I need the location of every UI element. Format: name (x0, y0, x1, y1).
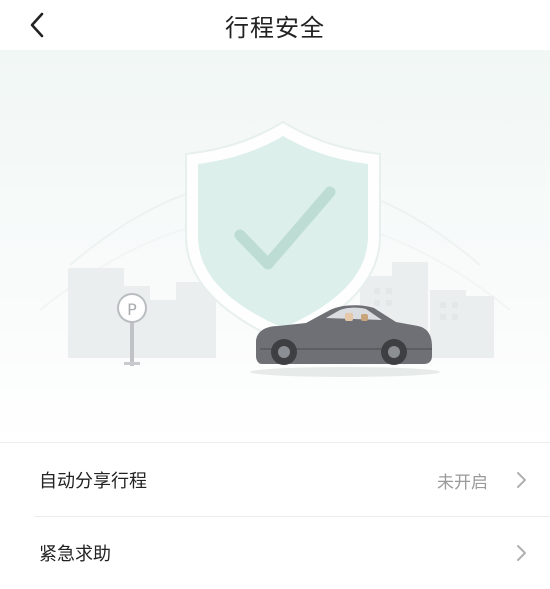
auto-share-trip-row[interactable]: 自动分享行程 未开启 (0, 444, 550, 516)
top-bar: 行程安全 (0, 0, 550, 50)
safety-illustration: P (0, 50, 550, 442)
page-title: 行程安全 (225, 13, 325, 42)
emergency-help-label: 紧急求助 (39, 544, 111, 565)
chevron-right-icon (517, 472, 526, 488)
divider (0, 442, 550, 443)
emergency-help-row[interactable]: 紧急求助 (0, 517, 550, 589)
auto-share-trip-label: 自动分享行程 (39, 471, 147, 492)
back-button[interactable] (22, 8, 52, 42)
auto-share-status: 未开启 (437, 472, 488, 493)
chevron-right-icon (517, 545, 526, 561)
chevron-left-icon (30, 12, 44, 38)
svg-text:P: P (127, 300, 137, 319)
